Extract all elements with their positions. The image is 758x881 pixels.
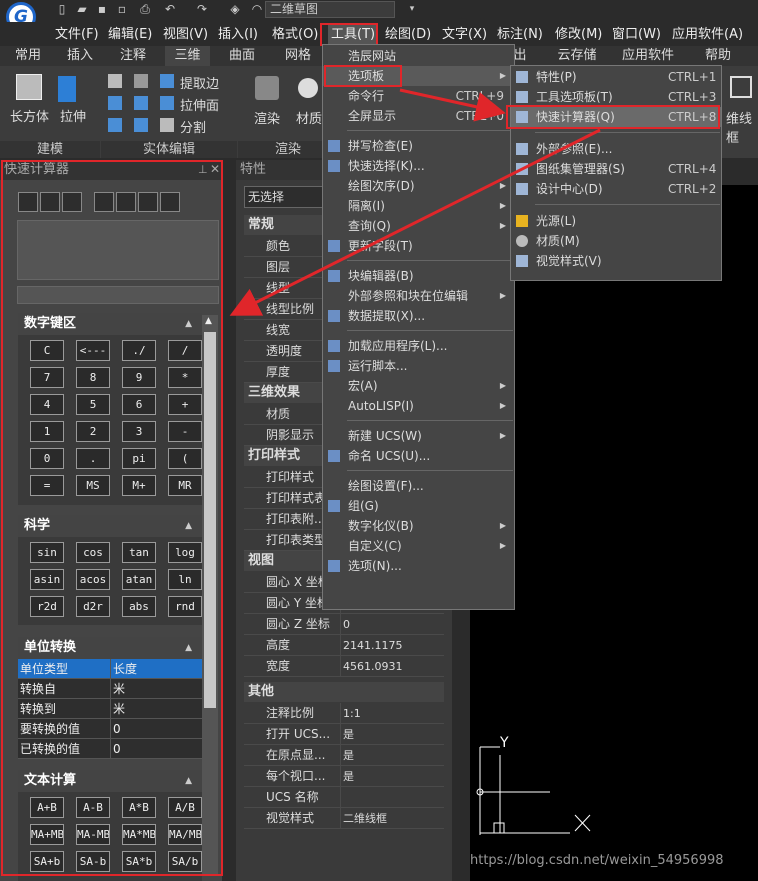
annotation-arrows (229, 88, 601, 316)
